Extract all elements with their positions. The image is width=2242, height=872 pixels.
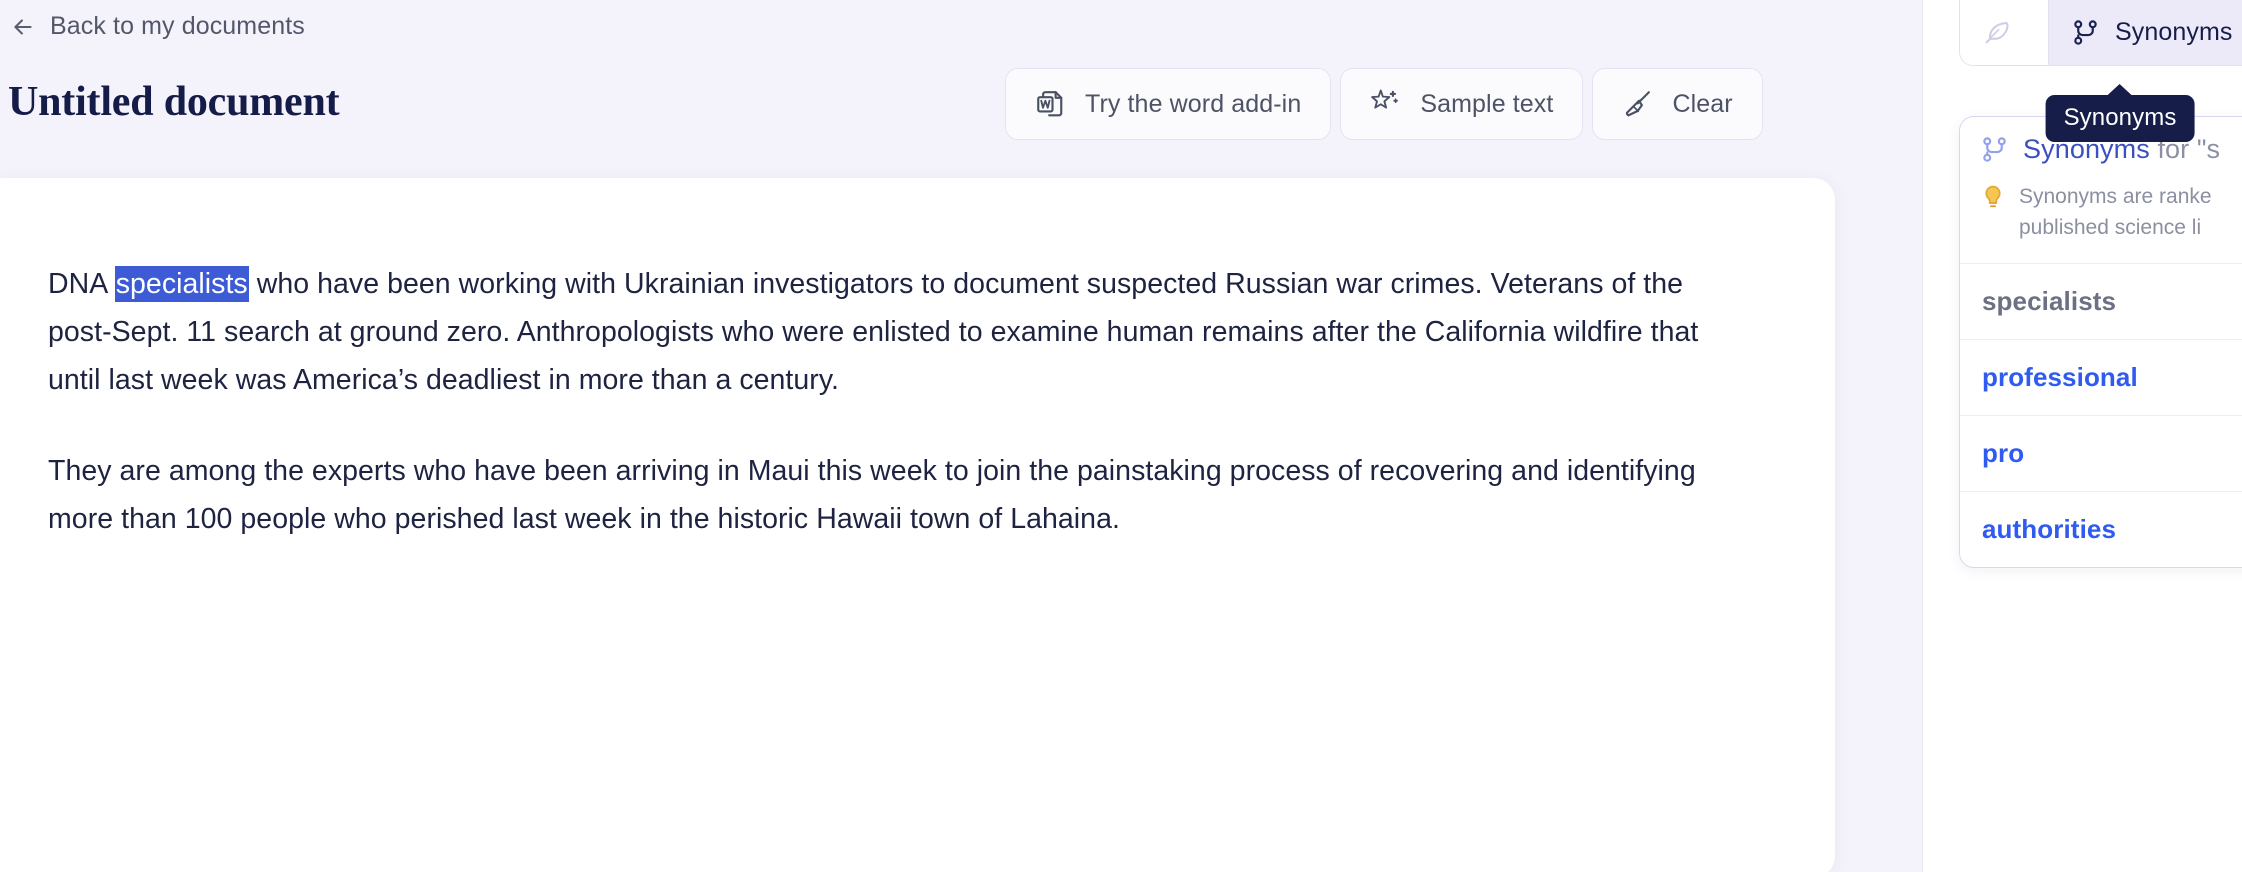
- sparkle-star-icon: [1370, 89, 1400, 119]
- try-word-addin-button[interactable]: Try the word add-in: [1005, 68, 1332, 140]
- broom-icon: [1622, 89, 1652, 119]
- git-fork-icon: [2071, 18, 2100, 47]
- document-paragraph-2[interactable]: They are among the experts who have been…: [48, 447, 1728, 543]
- paragraph-1-before-selection: DNA: [48, 268, 115, 300]
- synonym-item-current[interactable]: specialists: [1960, 264, 2242, 339]
- sample-text-label: Sample text: [1420, 89, 1554, 118]
- synonyms-tab-tooltip: Synonyms: [2045, 95, 2195, 142]
- app-root: Back to my documents Untitled document T…: [0, 0, 2242, 872]
- synonyms-result-card: Synonyms for "s Synonyms are ranke publi…: [1959, 116, 2242, 568]
- editor-toolbar: Try the word add-in Sample text Clear: [1005, 68, 1763, 140]
- back-to-documents-link[interactable]: Back to my documents: [10, 12, 305, 41]
- page-title: Untitled document: [8, 79, 340, 125]
- git-fork-icon: [1980, 135, 2009, 164]
- clear-label: Clear: [1672, 89, 1733, 118]
- tab-synonyms-label: Synonyms: [2115, 18, 2233, 46]
- paragraph-1-after-selection: who have been working with Ukrainian inv…: [48, 268, 1699, 396]
- synonym-item[interactable]: authorities: [1960, 491, 2242, 567]
- document-text-body[interactable]: DNA specialists who have been working wi…: [48, 260, 1728, 543]
- editor-main-area: Back to my documents Untitled document T…: [0, 0, 1922, 872]
- selected-word-highlight[interactable]: specialists: [114, 266, 249, 302]
- sidebar-tab-strip: Synonyms: [1959, 0, 2242, 66]
- synonyms-hint-text: Synonyms are ranke published science li: [2019, 185, 2212, 239]
- lightbulb-icon: [1980, 184, 2006, 210]
- arrow-left-icon: [10, 14, 36, 40]
- back-link-label: Back to my documents: [50, 12, 305, 40]
- synonyms-hint-row: Synonyms are ranke published science li: [1960, 171, 2242, 264]
- try-word-addin-label: Try the word add-in: [1085, 89, 1302, 118]
- document-editor-card[interactable]: DNA specialists who have been working wi…: [0, 178, 1835, 872]
- tab-synonyms[interactable]: Synonyms: [2048, 0, 2242, 65]
- synonym-item[interactable]: pro: [1960, 415, 2242, 491]
- feather-icon: [1982, 18, 2011, 47]
- document-paragraph-1[interactable]: DNA specialists who have been working wi…: [48, 260, 1728, 404]
- sample-text-button[interactable]: Sample text: [1340, 68, 1584, 140]
- synonym-item[interactable]: professional: [1960, 339, 2242, 415]
- clear-button[interactable]: Clear: [1592, 68, 1763, 140]
- tab-paraphraser[interactable]: [1960, 0, 2048, 65]
- word-document-icon: [1035, 89, 1065, 119]
